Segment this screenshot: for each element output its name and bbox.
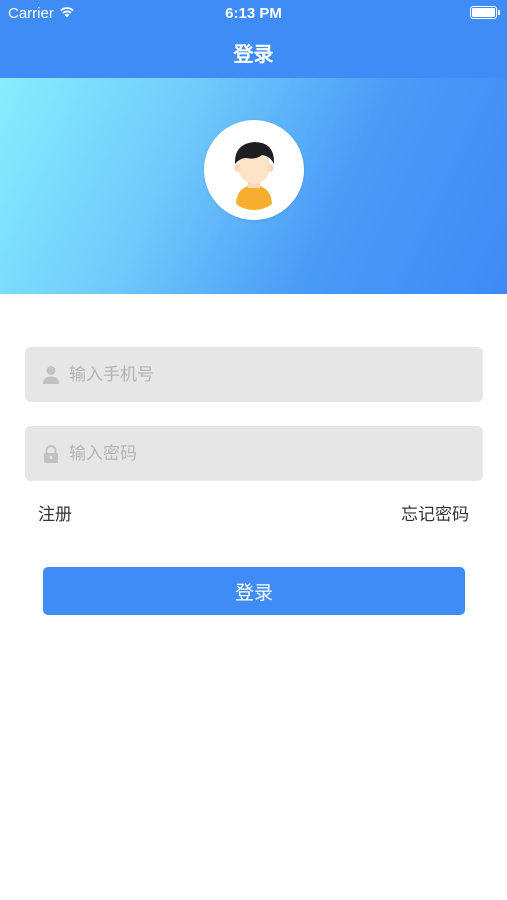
avatar[interactable] bbox=[204, 120, 304, 220]
lock-icon bbox=[44, 445, 58, 463]
forgot-password-link[interactable]: 忘记密码 bbox=[401, 500, 469, 525]
login-screen: Carrier 6:13 PM 登录 输入手机号 注册 忘记密码 登录 bbox=[0, 0, 507, 900]
user-icon bbox=[43, 366, 59, 384]
login-button[interactable]: 登录 bbox=[43, 567, 465, 615]
password-field[interactable] bbox=[25, 426, 483, 481]
phone-field[interactable] bbox=[25, 347, 483, 402]
phone-input[interactable] bbox=[69, 347, 469, 402]
top-bar: Carrier 6:13 PM 登录 bbox=[0, 0, 507, 78]
status-bar: Carrier 6:13 PM bbox=[0, 0, 507, 28]
avatar-person-icon bbox=[234, 142, 275, 210]
battery-icon bbox=[470, 6, 500, 19]
status-time: 6:13 PM bbox=[225, 5, 282, 22]
page-title: 登录 bbox=[233, 42, 274, 66]
register-link[interactable]: 注册 bbox=[38, 500, 72, 525]
password-input[interactable] bbox=[69, 426, 469, 481]
